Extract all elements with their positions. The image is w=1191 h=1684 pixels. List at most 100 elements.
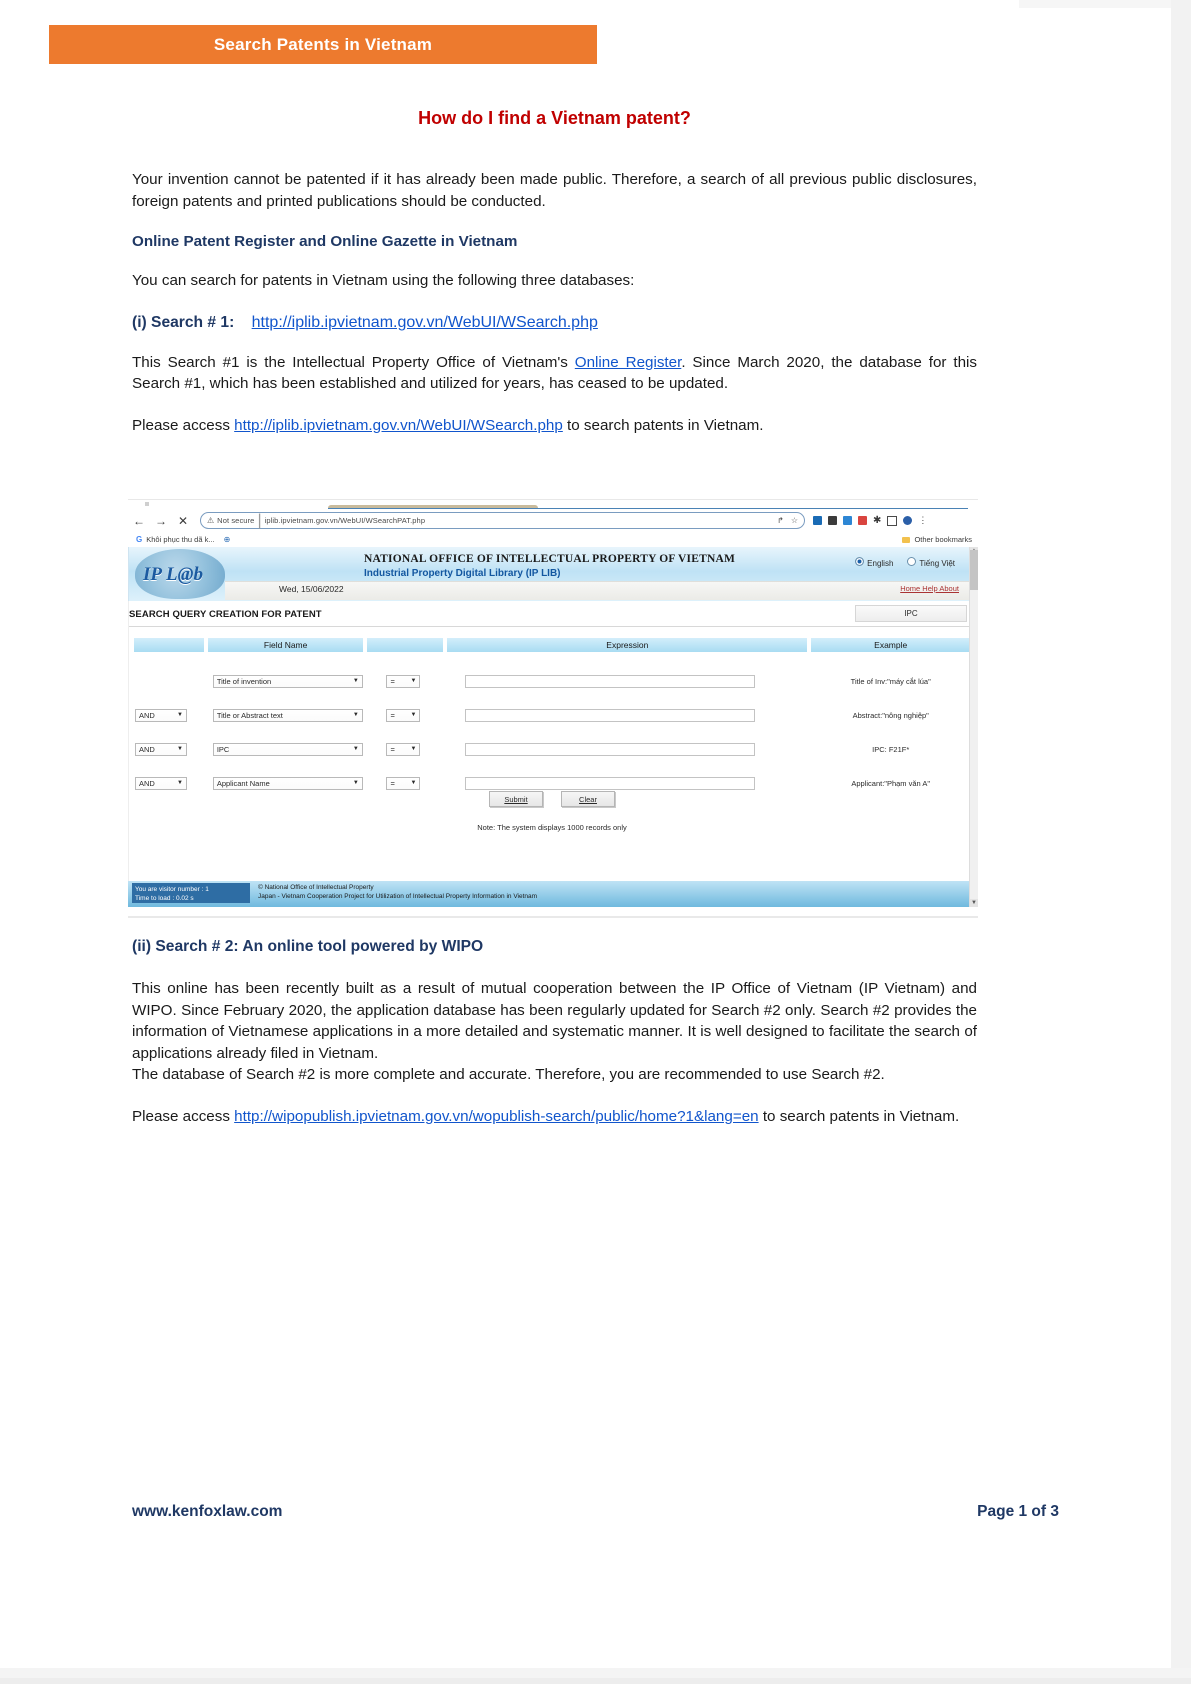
operator-select-1[interactable]: AND ▼: [135, 708, 187, 722]
ipc-button[interactable]: IPC: [855, 605, 967, 622]
chevron-down-icon: ▼: [410, 746, 417, 752]
site-copyright: © National Office of Intellectual Proper…: [258, 883, 537, 901]
copyright-line-1: © National Office of Intellectual Proper…: [258, 884, 374, 891]
row-expression-cell: [446, 708, 808, 722]
chevron-down-icon: ▼: [352, 746, 359, 752]
comparator-select-0-value: =: [390, 676, 395, 686]
chevron-down-icon: ▼: [352, 678, 359, 684]
comparator-select-3[interactable]: = ▼: [386, 776, 421, 790]
databases-line: You can search for patents in Vietnam us…: [132, 272, 635, 289]
online-register-link[interactable]: Online Register: [575, 354, 682, 371]
footer-website[interactable]: www.kenfoxlaw.com: [132, 1503, 282, 1521]
extension-box-icon[interactable]: [887, 515, 898, 526]
footer-page-number: Page 1 of 3: [977, 1503, 1059, 1520]
share-icon[interactable]: ↱: [777, 516, 784, 525]
comparator-select-2[interactable]: = ▼: [386, 742, 421, 756]
search-1-url-link[interactable]: http://iplib.ipvietnam.gov.vn/WebUI/WSea…: [252, 314, 598, 331]
search-2-access-line: Please access http://wipopublish.ipvietn…: [132, 1106, 977, 1128]
row-expression-cell: [446, 742, 808, 756]
search-2-paragraph-1: This online has been recently built as a…: [132, 980, 977, 1062]
search-1-access-line: Please access http://iplib.ipvietnam.gov…: [132, 415, 977, 437]
comparator-select-0[interactable]: = ▼: [386, 674, 421, 688]
search-1-label: (i) Search # 1:: [132, 313, 235, 331]
search-table-header: Field Name Expression Example: [133, 637, 971, 653]
stop-icon[interactable]: ✕: [172, 515, 194, 527]
visitor-number: You are visitor number : 1: [135, 886, 209, 893]
row-field-cell: Applicant Name ▼: [207, 776, 365, 790]
extensions-puzzle-icon[interactable]: ✱: [873, 515, 881, 526]
tab-sliver: [145, 502, 149, 506]
row-example-cell: IPC: F21F*: [810, 745, 971, 754]
submit-button[interactable]: Submit: [489, 791, 543, 807]
row-operator-cell: AND ▼: [133, 708, 205, 722]
back-icon[interactable]: ←: [128, 515, 150, 527]
search-1-heading: (i) Search # 1: http://iplib.ipvietnam.g…: [132, 314, 977, 332]
bookmark-globe-icon[interactable]: ⊕: [224, 535, 231, 544]
not-secure-warning-icon: ⚠: [207, 516, 215, 525]
visitor-counter: You are visitor number : 1 Time to load …: [132, 883, 250, 903]
lang-option-vietnamese[interactable]: Tiếng Việt: [907, 553, 955, 571]
page-banner: Search Patents in Vietnam: [49, 25, 597, 64]
screenshot-bottom-edge: [128, 916, 978, 918]
extension-wrench-icon[interactable]: [858, 516, 867, 525]
expression-input-1[interactable]: [465, 708, 756, 722]
search-2-access-link[interactable]: http://wipopublish.ipvietnam.gov.vn/wopu…: [234, 1108, 758, 1125]
field-select-3[interactable]: Applicant Name ▼: [212, 776, 363, 790]
address-bar-url: iplib.ipvietnam.gov.vn/WebUI/WSearchPAT.…: [264, 516, 426, 525]
page-scrollbar[interactable]: [969, 547, 978, 907]
header-operator: [133, 637, 205, 653]
embedded-browser-screenshot: ← → ✕ ⚠ Not secure | iplib.ipvietnam.gov…: [128, 499, 978, 918]
not-secure-label: Not secure: [217, 516, 255, 525]
access-suffix-2: to search patents in Vietnam.: [758, 1107, 960, 1125]
row-example-cell: Abstract:"nông nghiệp": [810, 711, 971, 720]
expression-input-0[interactable]: [465, 674, 756, 688]
operator-select-3-value: AND: [139, 778, 155, 788]
extension-io-icon[interactable]: [813, 516, 822, 525]
chevron-down-icon: ▼: [177, 746, 183, 752]
expression-input-3[interactable]: [465, 776, 756, 790]
banner-title: Search Patents in Vietnam: [213, 34, 433, 54]
browser-navigation-bar: ← → ✕ ⚠ Not secure | iplib.ipvietnam.gov…: [128, 509, 978, 532]
address-bar[interactable]: ⚠ Not secure | iplib.ipvietnam.gov.vn/We…: [200, 512, 805, 529]
site-footer-bar: [128, 881, 974, 907]
extension-dark-icon[interactable]: [828, 516, 837, 525]
profile-avatar[interactable]: [903, 516, 913, 525]
example-text-1: Abstract:"nông nghiệp": [852, 710, 929, 720]
site-nav-links[interactable]: Home Help About: [900, 584, 959, 593]
access-suffix-1: to search patents in Vietnam.: [562, 416, 764, 434]
lang-english-label: English: [867, 559, 894, 568]
scroll-down-icon[interactable]: ▼: [970, 899, 978, 907]
field-select-2[interactable]: IPC ▼: [212, 742, 363, 756]
lang-vietnamese-label: Tiếng Việt: [919, 559, 955, 568]
expression-input-2[interactable]: [465, 742, 756, 756]
row-expression-cell: [446, 776, 808, 790]
header-comparator: [366, 637, 445, 653]
bookmark-item-label[interactable]: Khôi phục thu dã k...: [146, 535, 214, 544]
clear-button[interactable]: Clear: [561, 791, 615, 807]
bookmark-star-icon[interactable]: ☆: [791, 516, 798, 525]
scrollbar-thumb[interactable]: [970, 550, 978, 590]
site-masthead: IP L@b NATIONAL OFFICE OF INTELLECTUAL P…: [128, 547, 975, 601]
operator-select-2[interactable]: AND ▼: [135, 742, 187, 756]
search-query-section-title: SEARCH QUERY CREATION FOR PATENT: [129, 609, 322, 620]
header-example: Example: [810, 637, 971, 653]
operator-select-2-value: AND: [139, 744, 155, 754]
operator-select-3[interactable]: AND ▼: [135, 776, 187, 790]
extension-blue-square-icon[interactable]: [843, 516, 852, 525]
comparator-select-1[interactable]: = ▼: [386, 708, 421, 722]
document-lower-content: (ii) Search # 2: An online tool powered …: [132, 938, 977, 1127]
search-1-access-link[interactable]: http://iplib.ipvietnam.gov.vn/WebUI/WSea…: [234, 417, 563, 434]
search-2-heading: (ii) Search # 2: An online tool powered …: [132, 938, 484, 955]
field-select-1[interactable]: Title or Abstract text ▼: [212, 708, 363, 722]
browser-extension-icons: ✱ ⋮: [813, 515, 927, 526]
search-row: AND ▼ Title or Abstract text ▼ = ▼ Abstract…: [133, 707, 971, 723]
browser-menu-icon[interactable]: ⋮: [918, 516, 927, 525]
lang-option-english[interactable]: English: [855, 553, 893, 571]
field-select-2-value: IPC: [216, 744, 230, 754]
row-comparator-cell: = ▼: [366, 674, 444, 688]
other-bookmarks-group[interactable]: Other bookmarks: [902, 535, 972, 544]
language-selector[interactable]: English Tiếng Việt: [855, 553, 955, 571]
records-note: Note: The system displays 1000 records o…: [477, 823, 627, 832]
forward-icon[interactable]: →: [150, 515, 172, 527]
field-select-0[interactable]: Title of invention ▼: [212, 674, 363, 688]
